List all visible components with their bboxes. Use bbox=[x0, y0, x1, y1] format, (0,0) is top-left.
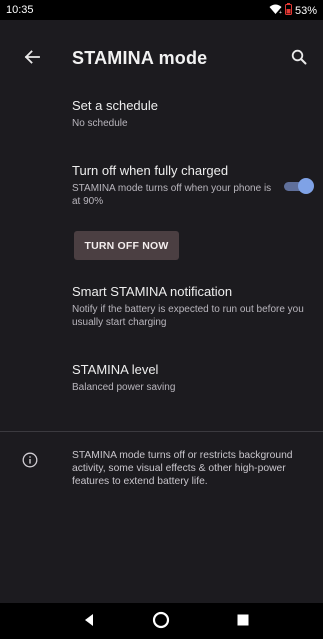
set-schedule-item[interactable]: Set a schedule No schedule bbox=[72, 98, 312, 130]
turn-off-now-button[interactable]: TURN OFF NOW bbox=[74, 231, 179, 260]
search-icon bbox=[291, 49, 307, 70]
arrow-left-icon bbox=[24, 49, 40, 70]
navigation-bar bbox=[0, 603, 323, 639]
stamina-level-item[interactable]: STAMINA level Balanced power saving bbox=[72, 362, 312, 394]
set-schedule-subtitle: No schedule bbox=[72, 118, 128, 129]
divider bbox=[0, 431, 323, 432]
smart-notification-subtitle: Notify if the battery is expected to run… bbox=[72, 304, 304, 328]
info-text: STAMINA mode turns off or restricts back… bbox=[72, 450, 293, 487]
screen: 10:35 + 53% STAMINA mode Set a schedule … bbox=[0, 0, 323, 639]
smart-notification-item[interactable]: Smart STAMINA notification Notify if the… bbox=[72, 284, 312, 329]
info-icon bbox=[22, 452, 38, 468]
svg-text:+: + bbox=[279, 10, 282, 15]
battery-percent: 53% bbox=[294, 4, 317, 17]
smart-notification-title: Smart STAMINA notification bbox=[72, 284, 233, 299]
nav-home-button[interactable] bbox=[150, 611, 172, 633]
fully-charged-toggle[interactable] bbox=[284, 178, 314, 194]
fully-charged-subtitle: STAMINA mode turns off when your phone i… bbox=[72, 183, 272, 207]
page-title: STAMINA mode bbox=[72, 48, 208, 68]
back-triangle-icon bbox=[82, 613, 96, 632]
app-bar: STAMINA mode bbox=[0, 20, 323, 96]
status-bar: 10:35 + 53% bbox=[0, 0, 323, 20]
set-schedule-title: Set a schedule bbox=[72, 98, 159, 113]
nav-back-button[interactable] bbox=[78, 611, 100, 633]
home-circle-icon bbox=[152, 611, 170, 634]
toggle-thumb bbox=[298, 178, 314, 194]
battery-icon bbox=[284, 3, 292, 18]
back-button[interactable] bbox=[18, 45, 46, 73]
wifi-icon: + bbox=[269, 3, 282, 18]
fully-charged-title: Turn off when fully charged bbox=[72, 163, 229, 178]
stamina-level-subtitle: Balanced power saving bbox=[72, 382, 176, 393]
status-icons: + 53% bbox=[269, 3, 317, 18]
status-time: 10:35 bbox=[6, 4, 34, 16]
search-button[interactable] bbox=[285, 45, 313, 73]
nav-recents-button[interactable] bbox=[232, 611, 254, 633]
fully-charged-item[interactable]: Turn off when fully charged STAMINA mode… bbox=[72, 163, 272, 208]
stamina-level-title: STAMINA level bbox=[72, 362, 159, 377]
recents-square-icon bbox=[236, 613, 250, 632]
